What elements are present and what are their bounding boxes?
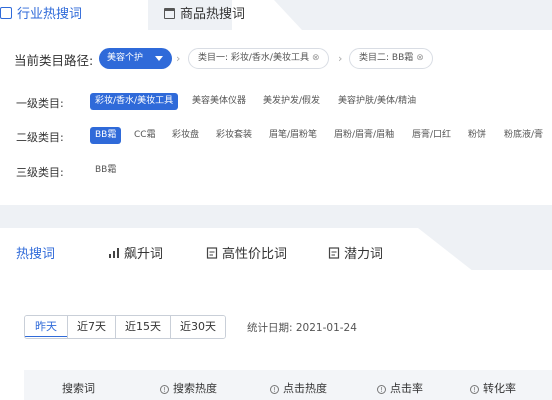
- level1-item[interactable]: 美发护发/假发: [258, 93, 325, 110]
- crumb-category-1-label: 类目一: 彩妆/香水/美妆工具: [198, 53, 309, 63]
- info-icon[interactable]: !: [377, 385, 386, 394]
- column-search-word-label: 搜索词: [62, 382, 95, 395]
- column-search-word: 搜索词: [62, 380, 95, 396]
- level2-item[interactable]: 彩妆盘: [167, 127, 204, 144]
- document-icon: [206, 247, 218, 259]
- tab-potential-words[interactable]: 潜力词: [328, 243, 383, 262]
- range-30-days-button[interactable]: 近30天: [170, 316, 225, 338]
- range-yesterday-button[interactable]: 昨天: [25, 316, 68, 337]
- level2-item[interactable]: CC霜: [129, 127, 161, 144]
- info-icon[interactable]: !: [160, 385, 169, 394]
- level2-item[interactable]: 彩妆套装: [211, 127, 257, 144]
- tab-hot-words-label: 热搜词: [16, 247, 56, 262]
- level2-item[interactable]: BB霜: [90, 127, 122, 144]
- range-7-days-button[interactable]: 近7天: [67, 316, 115, 338]
- chevron-right-icon: ›: [176, 52, 181, 65]
- tab-product-hot-words[interactable]: 商品热搜词: [148, 0, 552, 28]
- chevron-right-icon: ›: [338, 52, 343, 65]
- tab-value-words[interactable]: 高性价比词: [206, 243, 287, 262]
- column-search-heat-label: 搜索热度: [173, 382, 217, 395]
- close-icon[interactable]: ⊗: [312, 53, 320, 63]
- info-icon[interactable]: !: [470, 385, 479, 394]
- close-icon[interactable]: ⊗: [416, 53, 424, 63]
- column-click-rate-label: 点击率: [390, 382, 423, 395]
- date-range-group: 昨天 近7天 近15天 近30天: [24, 315, 226, 339]
- tab-rising-words-label: 飙升词: [124, 247, 164, 262]
- tab-potential-words-label: 潜力词: [344, 247, 384, 262]
- level2-item[interactable]: 眉笔/眉粉笔: [264, 127, 322, 144]
- tab-industry-hot-words-label: 行业热搜词: [0, 3, 82, 22]
- column-click-heat-label: 点击热度: [283, 382, 327, 395]
- level1-item[interactable]: 彩妆/香水/美妆工具: [90, 93, 179, 110]
- tab-product-hot-words-label: 商品热搜词: [164, 3, 245, 22]
- tab-value-words-label: 高性价比词: [222, 247, 288, 262]
- tab-industry-hot-words[interactable]: 行业热搜词: [0, 0, 148, 34]
- column-click-heat[interactable]: ! 点击热度: [270, 380, 327, 396]
- level2-label: 二级类目:: [16, 131, 64, 144]
- stat-date: 统计日期: 2021-01-24: [247, 322, 357, 334]
- tab-hot-words[interactable]: 热搜词: [16, 243, 55, 262]
- info-icon[interactable]: !: [270, 385, 279, 394]
- tab-product-hot-words-text: 商品热搜词: [180, 7, 246, 22]
- document-icon: [328, 247, 340, 259]
- category-path-selected: 美容个护: [107, 53, 144, 63]
- level2-item[interactable]: 粉底液/膏: [499, 127, 548, 144]
- crumb-category-2-label: 类目二: BB霜: [359, 53, 414, 63]
- caret-down-icon: [155, 56, 163, 61]
- category-path-dropdown[interactable]: 美容个护: [99, 48, 172, 69]
- crumb-category-1[interactable]: 类目一: 彩妆/香水/美妆工具 ⊗: [188, 48, 329, 69]
- level1-item[interactable]: 美容护肤/美体/精油: [333, 93, 421, 110]
- category-path-label: 当前类目路径:: [14, 53, 94, 68]
- column-conversion-rate-label: 转化率: [483, 382, 516, 395]
- level1-label: 一级类目:: [16, 97, 64, 110]
- page: 行业热搜词 商品热搜词 当前类目路径: 美容个护 › 类目一: 彩妆/香水/美妆…: [0, 0, 552, 400]
- tab-rising-words[interactable]: 飙升词: [108, 243, 163, 262]
- column-conversion-rate[interactable]: ! 转化率: [470, 380, 516, 396]
- level1-item[interactable]: 美容美体仪器: [187, 93, 251, 110]
- level2-item[interactable]: 眉粉/眉膏/眉釉: [329, 127, 399, 144]
- level2-item[interactable]: 粉饼: [463, 127, 491, 144]
- tab-industry-hot-words-text: 行业热搜词: [17, 7, 83, 22]
- crumb-category-2[interactable]: 类目二: BB霜 ⊗: [349, 48, 433, 69]
- column-click-rate[interactable]: ! 点击率: [377, 380, 423, 396]
- bar-chart-icon: [109, 248, 119, 258]
- chart-icon: [0, 7, 12, 19]
- category-panel: 当前类目路径: 美容个护 › 类目一: 彩妆/香水/美妆工具 ⊗ › 类目二: B…: [0, 30, 552, 205]
- level3-item[interactable]: BB霜: [90, 162, 121, 179]
- top-tabs: 行业热搜词 商品热搜词: [0, 0, 552, 34]
- range-15-days-button[interactable]: 近15天: [115, 316, 170, 338]
- level2-item[interactable]: 唇膏/口红: [407, 127, 456, 144]
- box-icon: [164, 8, 175, 19]
- column-search-heat[interactable]: ! 搜索热度: [160, 380, 217, 396]
- level3-label: 三级类目:: [16, 166, 64, 179]
